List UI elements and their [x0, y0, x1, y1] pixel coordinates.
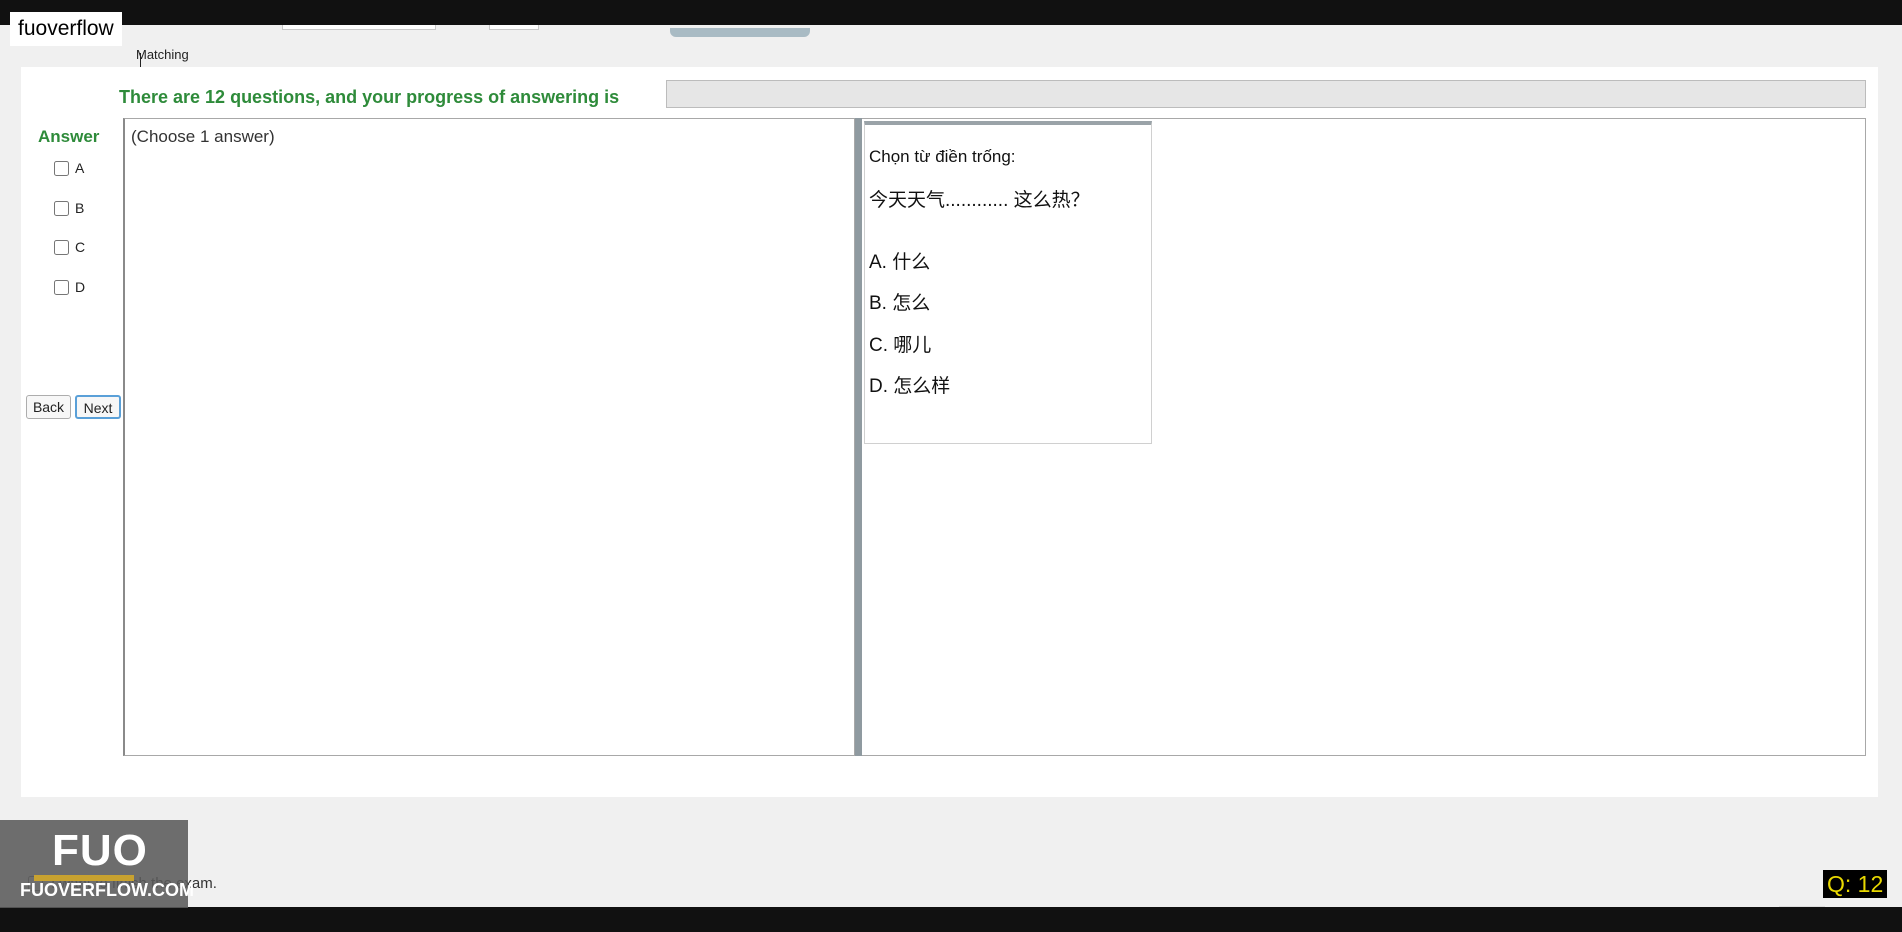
answer-option-d[interactable]: D — [54, 279, 85, 295]
answer-option-label: C — [75, 239, 86, 255]
question-instruction: Chọn từ điền trống: — [869, 147, 1016, 166]
tab-matching[interactable]: Matching — [136, 47, 189, 62]
next-button[interactable]: Next — [75, 395, 121, 419]
answer-option-label: A — [75, 160, 85, 176]
question-choice-b: B. 怎么 — [869, 293, 931, 314]
answer-option-a[interactable]: A — [54, 160, 84, 176]
watermark-site: FUOVERFLOW.COM — [20, 880, 194, 900]
brand-tag: fuoverflow — [10, 12, 122, 46]
answer-option-b[interactable]: B — [54, 200, 84, 216]
top-clipped-field — [282, 25, 436, 30]
answer-checkbox-b[interactable] — [54, 200, 69, 216]
top-clipped-field-small — [489, 25, 539, 30]
progress-caption: There are 12 questions, and your progres… — [119, 87, 620, 107]
back-button[interactable]: Back — [26, 395, 71, 419]
top-clipped-heading — [670, 28, 810, 37]
question-choice-d: D. 怎么样 — [869, 376, 951, 397]
answer-hint: (Choose 1 answer) — [131, 127, 275, 146]
answer-textbox[interactable]: (Choose 1 answer) — [123, 118, 855, 756]
question-card: Chọn từ điền trống: 今天天气............ 这么热… — [864, 121, 1152, 444]
tab-cursor — [140, 53, 141, 68]
progress-bar — [666, 80, 1866, 108]
answer-heading: Answer — [38, 127, 100, 146]
answer-option-label: B — [75, 200, 85, 216]
watermark-logo-text: FUO — [52, 826, 148, 875]
pane-splitter[interactable] — [855, 118, 862, 756]
answer-checkbox-a[interactable] — [54, 160, 69, 176]
exam-window: Matching There are 12 questions, and you… — [0, 25, 1902, 928]
answer-option-label: D — [75, 279, 86, 295]
answer-checkbox-c[interactable] — [54, 239, 69, 255]
question-sentence: 今天天气............ 这么热？ — [869, 190, 1090, 211]
question-counter: Q: 12 — [1823, 870, 1888, 898]
question-choice-c: C. 哪儿 — [869, 335, 932, 356]
answer-checkbox-d[interactable] — [54, 279, 69, 295]
bottom-letterbox — [0, 907, 1902, 932]
watermark-logo: FUO FUOVERFLOW.COM — [0, 820, 194, 908]
question-choice-a: A. 什么 — [869, 252, 931, 273]
answer-option-c[interactable]: C — [54, 239, 85, 255]
